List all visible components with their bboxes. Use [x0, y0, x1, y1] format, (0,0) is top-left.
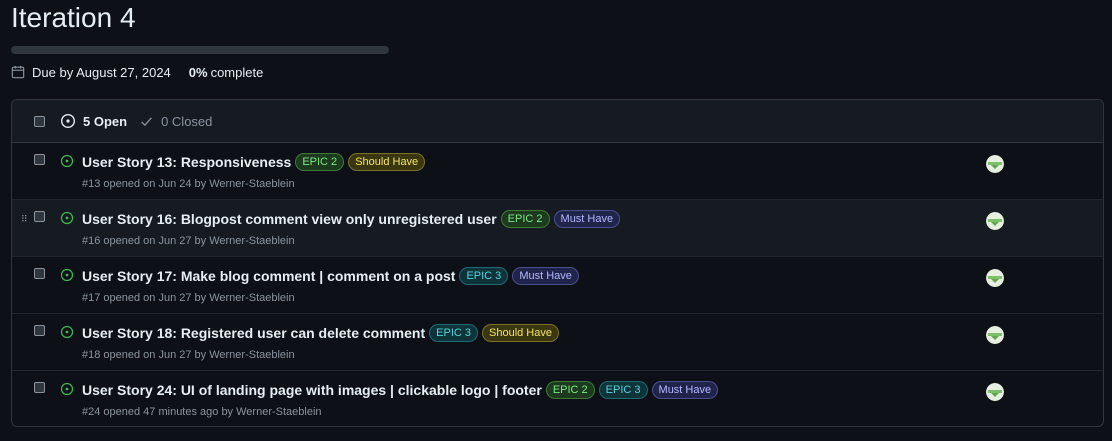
label-epic2[interactable]: EPIC 2: [500, 210, 550, 228]
issue-title-line: User Story 17: Make blog comment | comme…: [82, 266, 583, 285]
percent-complete-label: complete: [210, 64, 264, 80]
avatar-icon[interactable]: [986, 326, 1004, 344]
issue-title-line: User Story 13: Responsiveness EPIC 2 Shou…: [82, 152, 429, 171]
issue-open-icon: [60, 325, 74, 339]
issue-open-icon: [60, 382, 74, 396]
issue-title-link[interactable]: User Story 24: UI of landing page with i…: [82, 382, 542, 398]
issue-row-2[interactable]: ⠿ User Story 16: Blogpost comment view o…: [12, 200, 1103, 257]
label-must[interactable]: Must Have: [512, 267, 579, 285]
avatar-icon[interactable]: [986, 383, 1004, 401]
due-date: Due by August 27, 2024: [32, 64, 171, 80]
issue-row-1[interactable]: ⠿ User Story 13: Responsiveness EPIC 2Sh…: [12, 143, 1103, 200]
issue-labels: EPIC 3 Should Have: [429, 323, 563, 342]
closed-count-label: 0 Closed: [161, 113, 213, 129]
label-epic3[interactable]: EPIC 3: [598, 381, 648, 399]
issue-meta: #18 opened on Jun 27 by Werner-Staeblein: [82, 349, 295, 361]
issue-title-line: User Story 16: Blogpost comment view onl…: [82, 209, 624, 228]
closed-issues-filter[interactable]: 0 Closed: [140, 114, 212, 129]
issue-checkbox[interactable]: [34, 154, 45, 165]
label-epic3[interactable]: EPIC 3: [459, 267, 509, 285]
milestone-meta: Due by August 27, 2024 0% complete: [11, 63, 263, 81]
open-issues-filter[interactable]: 5 Open: [60, 113, 127, 129]
issue-title-line: User Story 18: Registered user can delet…: [82, 323, 563, 342]
label-must[interactable]: Must Have: [553, 210, 621, 228]
percent-complete-value: 0%: [188, 64, 208, 80]
issue-title-link[interactable]: User Story 17: Make blog comment | comme…: [82, 268, 455, 284]
issue-open-icon: [60, 211, 74, 225]
issue-title-link[interactable]: User Story 13: Responsiveness: [82, 154, 291, 170]
avatar-icon[interactable]: [986, 269, 1004, 287]
label-should[interactable]: Should Have: [482, 324, 559, 342]
issue-labels: EPIC 3 Must Have: [459, 266, 582, 285]
issue-checkbox[interactable]: [34, 211, 45, 222]
select-all-checkbox[interactable]: [34, 115, 45, 127]
issues-list-header: 5 Open 0 Closed: [12, 100, 1103, 143]
label-epic2[interactable]: EPIC 2: [545, 381, 595, 399]
issue-checkbox[interactable]: [34, 268, 45, 279]
issue-meta: #13 opened on Jun 24 by Werner-Staeblein: [82, 178, 295, 190]
issue-checkbox[interactable]: [34, 382, 45, 393]
issue-row-3[interactable]: ⠿ User Story 17: Make blog comment | com…: [12, 257, 1103, 314]
issue-row-4[interactable]: ⠿ User Story 18: Registered user can del…: [12, 314, 1103, 371]
label-epic3[interactable]: EPIC 3: [429, 324, 478, 342]
issue-checkbox[interactable]: [34, 325, 45, 336]
issue-meta: #16 opened on Jun 27 by Werner-Staeblein: [82, 235, 295, 247]
issues-list: 5 Open 0 Closed ⠿ User Story 13: Respons…: [11, 99, 1104, 427]
avatar-icon[interactable]: [986, 155, 1004, 173]
issue-row-5[interactable]: ⠿ User Story 24: UI of landing page with…: [12, 371, 1103, 426]
milestone-progress-bar: [11, 46, 389, 54]
label-epic2[interactable]: EPIC 2: [295, 153, 345, 171]
issue-meta: #24 opened 47 minutes ago by Werner-Stae…: [82, 406, 322, 418]
issue-open-icon: [60, 268, 74, 282]
issue-open-icon: [60, 154, 74, 168]
issue-title-line: User Story 24: UI of landing page with i…: [82, 380, 722, 399]
drag-handle-icon[interactable]: ⠿: [21, 214, 28, 225]
issue-title-link[interactable]: User Story 16: Blogpost comment view onl…: [82, 211, 497, 227]
avatar-icon[interactable]: [986, 212, 1004, 230]
issue-meta: #17 opened on Jun 27 by Werner-Staeblein: [82, 292, 295, 304]
milestone-page: Iteration 4 Due by August 27, 2024 0% co…: [0, 0, 1112, 441]
issue-title-link[interactable]: User Story 18: Registered user can delet…: [82, 325, 425, 341]
issue-rows: ⠿ User Story 13: Responsiveness EPIC 2Sh…: [12, 143, 1103, 426]
issue-labels: EPIC 2 Should Have: [295, 152, 429, 171]
check-icon: [141, 116, 152, 126]
issue-labels: EPIC 2 EPIC 3 Must Have: [545, 380, 722, 399]
issue-labels: EPIC 2 Must Have: [500, 209, 624, 228]
label-must[interactable]: Must Have: [651, 381, 719, 399]
milestone-title: Iteration 4: [11, 2, 136, 33]
calendar-icon: [11, 65, 25, 79]
open-count-label: 5 Open: [83, 113, 128, 129]
label-should[interactable]: Should Have: [348, 153, 426, 171]
issue-open-icon: [60, 113, 76, 129]
